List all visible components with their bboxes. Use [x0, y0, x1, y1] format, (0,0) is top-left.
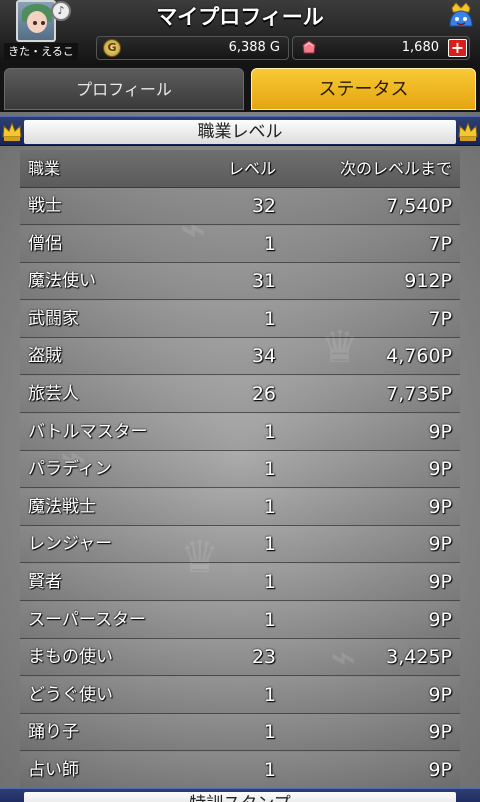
job-level: 23	[251, 646, 276, 669]
avatar-eye-right	[41, 21, 45, 25]
gold-value: 6,388 G	[228, 40, 280, 55]
table-row: 盗賊 34 4,760P	[20, 338, 460, 376]
points-to-next-level: 9P	[428, 533, 452, 556]
job-level: 1	[263, 458, 276, 481]
job-name: 僧侶	[28, 233, 62, 254]
job-name: パラディン	[28, 459, 112, 480]
points-to-next-level: 9P	[428, 420, 452, 443]
points-to-next-level: 4,760P	[386, 345, 452, 368]
job-name: まもの使い	[28, 647, 113, 668]
points-to-next-level: 3,425P	[386, 646, 452, 669]
points-to-next-level: 9P	[428, 495, 452, 518]
add-gems-button[interactable]: +	[448, 39, 467, 57]
job-name: スーパースター	[28, 609, 146, 630]
job-name: 魔法戦士	[28, 496, 96, 517]
job-level: 1	[263, 307, 276, 330]
header-bar: ♪ きた・えるこ マイプロフィール G 6,388 G 1,680 +	[0, 0, 480, 62]
table-row: スーパースター 1 9P	[20, 601, 460, 639]
job-level: 26	[251, 383, 276, 405]
table-row: どうぐ使い 1 9P	[20, 676, 460, 714]
job-name: 占い師	[28, 760, 79, 780]
player-avatar[interactable]	[16, 0, 56, 42]
table-row: バトルマスター 1 9P	[20, 413, 460, 451]
gem-value: 1,680	[401, 40, 439, 55]
music-badge-icon: ♪	[51, 1, 71, 21]
tab-status[interactable]: ステータス	[251, 68, 476, 110]
status-panel: ⌁ ♛ ⌁ ♛ ⌁ 職業レベル 職業 レベル 次のレベルまで 戦士 32 7,540…	[0, 112, 480, 802]
job-level: 1	[263, 420, 276, 443]
job-name: 盗賊	[28, 346, 62, 367]
points-to-next-level: 9P	[428, 458, 452, 481]
table-row: 武闘家 1 7P	[20, 300, 460, 338]
column-job: 職業	[28, 159, 61, 178]
job-level: 1	[263, 608, 276, 631]
tab-bar: プロフィール ステータス	[0, 62, 480, 112]
job-level: 1	[263, 571, 276, 593]
slime-crown-icon[interactable]	[446, 1, 476, 31]
job-level: 1	[263, 533, 276, 556]
job-level: 1	[263, 759, 276, 781]
points-to-next-level: 7,735P	[386, 383, 452, 405]
table-row: 魔法戦士 1 9P	[20, 488, 460, 526]
job-name: レンジャー	[28, 534, 113, 555]
table-row: 賢者 1 9P	[20, 564, 460, 601]
points-to-next-level: 9P	[428, 759, 452, 781]
job-name: 踊り子	[28, 722, 79, 743]
crown-icon	[2, 121, 22, 141]
job-level: 31	[251, 270, 276, 293]
job-level: 32	[251, 195, 276, 217]
player-name: きた・えるこ	[4, 43, 78, 60]
job-name: 魔法使い	[28, 271, 96, 292]
gem-icon	[302, 40, 316, 54]
table-row: パラディン 1 9P	[20, 451, 460, 489]
table-header: 職業 レベル 次のレベルまで	[20, 150, 460, 188]
crown-icon	[458, 121, 478, 141]
points-to-next-level: 9P	[428, 683, 452, 706]
table-row: 旅芸人 26 7,735P	[20, 376, 460, 413]
job-name: 賢者	[28, 572, 62, 592]
section-header-job-levels: 職業レベル	[0, 116, 480, 146]
tab-profile[interactable]: プロフィール	[4, 68, 244, 110]
job-level: 1	[263, 232, 276, 255]
points-to-next-level: 7P	[428, 307, 452, 330]
job-name: バトルマスター	[28, 421, 148, 442]
gem-counter: 1,680 +	[292, 36, 470, 60]
points-to-next-level: 7,540P	[386, 195, 452, 217]
column-next-level: 次のレベルまで	[339, 159, 452, 178]
table-row: まもの使い 23 3,425P	[20, 639, 460, 677]
points-to-next-level: 9P	[428, 721, 452, 744]
gold-counter: G 6,388 G	[96, 36, 289, 60]
section-title: 職業レベル	[24, 120, 456, 144]
table-row: 踊り子 1 9P	[20, 714, 460, 752]
job-level: 1	[263, 495, 276, 518]
job-name: 戦士	[28, 196, 62, 216]
section-header-training-stamp: 特訓スタンプ	[0, 788, 480, 802]
job-level: 34	[251, 345, 276, 368]
avatar-eye-left	[33, 21, 37, 25]
gold-coin-icon: G	[103, 39, 121, 57]
job-level: 1	[263, 683, 276, 706]
job-name: 武闘家	[28, 308, 79, 329]
points-to-next-level: 9P	[428, 608, 452, 631]
table-row: 占い師 1 9P	[20, 752, 460, 789]
job-name: どうぐ使い	[28, 684, 113, 705]
next-section-title: 特訓スタンプ	[24, 792, 456, 802]
job-level: 1	[263, 721, 276, 744]
points-to-next-level: 9P	[428, 571, 452, 593]
job-name: 旅芸人	[28, 384, 79, 404]
points-to-next-level: 912P	[404, 270, 452, 293]
points-to-next-level: 7P	[428, 232, 452, 255]
table-row: 僧侶 1 7P	[20, 225, 460, 263]
page-title: マイプロフィール	[156, 5, 324, 29]
table-row: レンジャー 1 9P	[20, 526, 460, 564]
column-level: レベル	[227, 159, 276, 178]
table-row: 戦士 32 7,540P	[20, 188, 460, 225]
table-row: 魔法使い 31 912P	[20, 263, 460, 301]
